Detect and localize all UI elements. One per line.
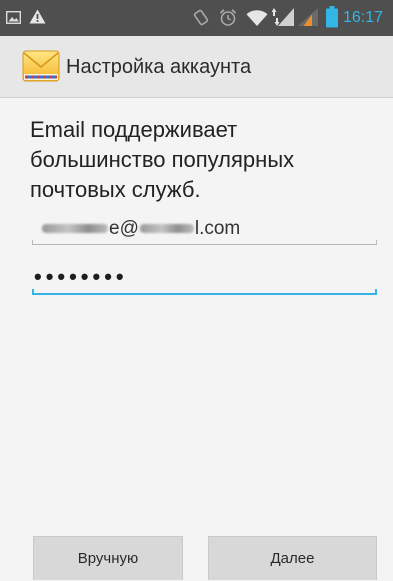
email-value: e@ l.com: [42, 218, 240, 240]
field-underline-tick: [32, 289, 34, 295]
email-fragment: e@: [109, 218, 139, 239]
signal-strength-icon: [296, 7, 318, 27]
field-underline-tick: [375, 289, 377, 295]
redacted-blur: [139, 224, 194, 234]
field-underline-tick: [376, 240, 377, 245]
email-fragment: l.com: [194, 218, 241, 239]
mobile-data-icon: [271, 7, 294, 27]
gallery-notification-icon: [5, 10, 22, 25]
screen-title: Настройка аккаунта: [66, 56, 252, 78]
intro-line: большинство популярных: [30, 147, 295, 172]
intro-line: почтовых служб.: [30, 177, 201, 202]
intro-text: Email поддерживает большинство популярны…: [30, 115, 294, 205]
clock: 16:17: [343, 9, 384, 26]
redacted-blur: [42, 224, 108, 234]
status-bar[interactable]: 16:17: [0, 0, 393, 36]
field-underline: [32, 293, 377, 295]
manual-setup-button[interactable]: Вручную: [33, 536, 183, 580]
battery-icon: [326, 6, 338, 28]
alarm-icon: [219, 8, 237, 27]
envelope-icon: [22, 48, 60, 84]
intro-line: Email поддерживает: [30, 117, 238, 142]
password-value: ••••••••: [34, 264, 128, 289]
field-underline-tick: [32, 240, 33, 245]
field-underline: [32, 244, 377, 245]
warning-icon: [29, 9, 46, 24]
email-field[interactable]: e@ l.com: [32, 213, 377, 245]
action-bar: Настройка аккаунта: [0, 36, 393, 98]
rotate-icon: [193, 9, 209, 26]
next-button[interactable]: Далее: [208, 536, 377, 580]
wifi-icon: [246, 10, 268, 26]
password-field[interactable]: ••••••••: [32, 263, 377, 295]
